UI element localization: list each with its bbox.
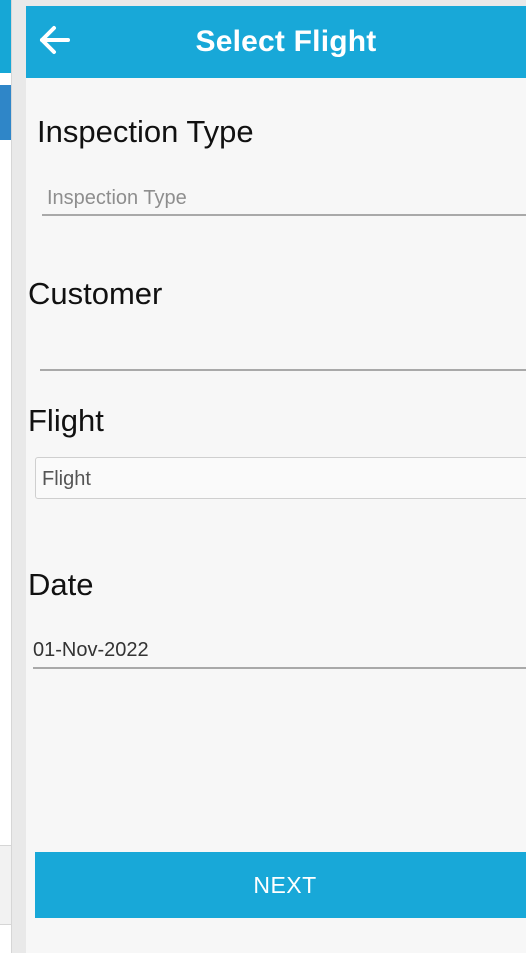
background-app-header — [0, 0, 11, 73]
date-underline — [33, 667, 526, 669]
inspection-type-label: Inspection Type — [37, 114, 254, 149]
background-app-highlight — [0, 85, 11, 140]
date-field[interactable]: 01-Nov-2022 — [33, 639, 149, 662]
inspection-type-field[interactable]: Inspection Type — [47, 187, 187, 210]
select-flight-screen: Select Flight Inspection Type Inspection… — [26, 6, 526, 953]
flight-label: Flight — [28, 403, 104, 438]
background-app-footer — [0, 845, 11, 925]
flight-input[interactable]: Flight — [35, 457, 526, 499]
back-button[interactable] — [34, 18, 78, 62]
arrow-left-icon — [40, 26, 70, 54]
date-label: Date — [28, 567, 94, 602]
flight-placeholder: Flight — [42, 468, 91, 490]
customer-field[interactable] — [40, 369, 526, 371]
background-app-panel — [0, 0, 12, 953]
app-bar: Select Flight — [26, 6, 526, 78]
customer-label: Customer — [28, 276, 163, 311]
next-button[interactable]: NEXT — [35, 852, 526, 918]
page-title: Select Flight — [195, 25, 377, 58]
inspection-type-underline — [42, 214, 526, 216]
